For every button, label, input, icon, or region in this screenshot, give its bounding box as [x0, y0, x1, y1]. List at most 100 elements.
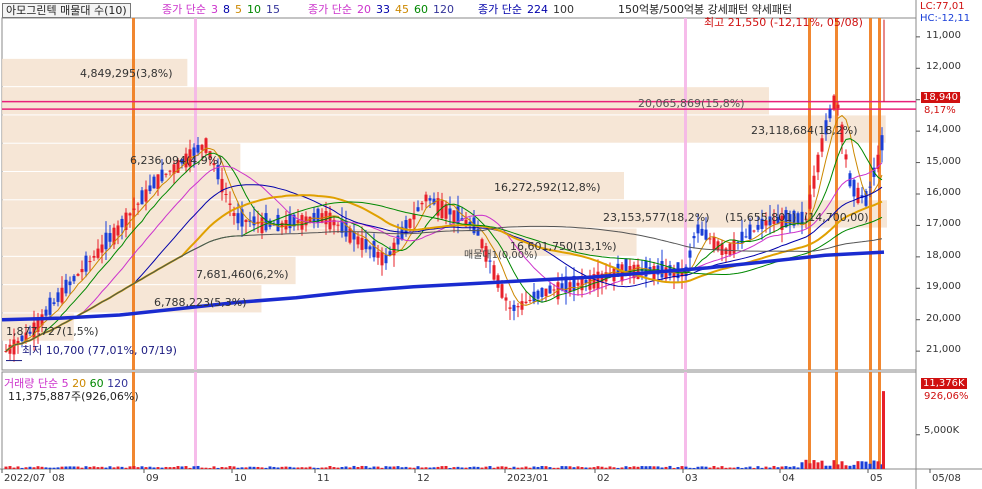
- volume-bar: [748, 466, 752, 469]
- candle-body: [528, 300, 532, 302]
- date-axis-label: 04: [782, 473, 795, 484]
- candle-body: [312, 212, 316, 222]
- event-marker-bar: [684, 18, 687, 370]
- candle-body: [336, 224, 340, 226]
- volume-bar: [808, 463, 812, 469]
- volume-bar: [72, 466, 76, 469]
- candle-body: [500, 284, 504, 298]
- volume-bar: [760, 467, 764, 469]
- volume-bar: [140, 466, 144, 469]
- candle-body: [688, 250, 692, 258]
- volume-bar: [800, 462, 804, 469]
- date-axis-label: 11: [317, 473, 330, 484]
- candle-body: [200, 144, 204, 150]
- volume-bar: [252, 466, 256, 469]
- candle-body: [144, 189, 148, 202]
- volume-bar: [124, 467, 128, 469]
- volume-bar: [872, 460, 876, 469]
- volume-bar: [300, 467, 304, 469]
- candle-body: [164, 173, 168, 175]
- volume-bar: [560, 466, 564, 469]
- volume-bar: [188, 467, 192, 469]
- volume-bar: [144, 467, 148, 469]
- volume-bar: [264, 467, 268, 469]
- ma-period: 10: [246, 3, 261, 16]
- candle-body: [408, 218, 412, 228]
- volume-bar: [680, 466, 684, 469]
- volume-bar: [340, 466, 344, 469]
- candle-body: [712, 237, 716, 250]
- date-axis-label: 2023/01: [507, 473, 549, 484]
- volume-bar: [8, 466, 12, 469]
- volume-bar: [776, 467, 780, 469]
- date-axis-label: 05: [870, 473, 883, 484]
- volume-bar: [484, 466, 488, 469]
- volume-bar: [44, 467, 48, 469]
- candle-body: [704, 229, 708, 240]
- vp-label-4: 6,236,094(4,9%): [130, 154, 223, 167]
- volume-bar: [416, 466, 420, 469]
- volume-bar: [84, 466, 88, 469]
- volume-bar: [820, 460, 824, 469]
- candle-body: [880, 135, 884, 151]
- candle-body: [736, 241, 740, 243]
- candle-body: [60, 287, 64, 303]
- volume-bar: [840, 461, 844, 469]
- volume-bar: [148, 466, 152, 469]
- volume-bar: [436, 466, 440, 469]
- volume-bar: [572, 467, 576, 469]
- vp-label-2: 20,065,869(15,8%): [638, 97, 745, 110]
- volume-bar: [700, 466, 704, 469]
- volume-bar: [212, 466, 216, 469]
- candle-body: [64, 279, 68, 294]
- volume-bar: [136, 467, 140, 469]
- price-axis-label: 12,000: [926, 61, 961, 73]
- event-marker-bar: [878, 18, 881, 370]
- candle-body: [504, 297, 508, 301]
- current-volume-pct: 926,06%: [924, 391, 969, 402]
- candle-body: [156, 174, 160, 190]
- volume-bar: [224, 467, 228, 469]
- volume-bar: [220, 467, 224, 469]
- volume-bar: [520, 467, 524, 469]
- volume-bar: [204, 467, 208, 469]
- volume-bar: [428, 467, 432, 469]
- ma-legend-group2[interactable]: 종가 단순 20 33 45 60 120: [308, 2, 459, 18]
- volume-bar: [624, 466, 628, 469]
- candle-body: [732, 239, 736, 254]
- volume-bar: [60, 466, 64, 469]
- candle-body: [820, 138, 824, 152]
- volume-bar: [832, 460, 836, 469]
- volume-bar: [332, 467, 336, 469]
- volume-bar: [584, 467, 588, 469]
- price-axis-label: 14,000: [926, 124, 961, 136]
- ma-legend-group3[interactable]: 종가 단순 224 100: [478, 2, 579, 18]
- candle-body: [136, 203, 140, 205]
- volume-bar: [260, 467, 264, 469]
- ma-period: 5: [234, 3, 242, 16]
- candle-body: [68, 281, 72, 286]
- stock-title[interactable]: 아모그린텍 매물대 수(10): [2, 3, 131, 18]
- volume-bar: [132, 466, 136, 469]
- volume-bar: [216, 467, 220, 469]
- candle-body: [452, 210, 456, 223]
- volume-bar: [536, 466, 540, 469]
- candle-body: [796, 213, 800, 224]
- candle-body: [660, 261, 664, 278]
- hc-value: HC:-12,11: [920, 13, 971, 24]
- volume-bar: [652, 466, 656, 469]
- ma-legend-group1[interactable]: 종가 단순 3 8 5 10 15: [162, 2, 285, 18]
- ma-period: 20: [356, 3, 371, 16]
- volume-bar: [328, 466, 332, 469]
- vp-label-5: 16,272,592(12,8%): [494, 181, 601, 194]
- volume-bar: [160, 467, 164, 469]
- candle-body: [276, 214, 280, 232]
- volume-bar: [568, 466, 572, 469]
- volume-bar: [836, 464, 840, 469]
- volume-bar: [856, 461, 860, 469]
- candle-body: [532, 291, 536, 302]
- candle-body: [728, 243, 732, 255]
- volume-bar: [176, 466, 180, 469]
- volume-bar: [656, 466, 660, 469]
- candle-body: [868, 186, 872, 188]
